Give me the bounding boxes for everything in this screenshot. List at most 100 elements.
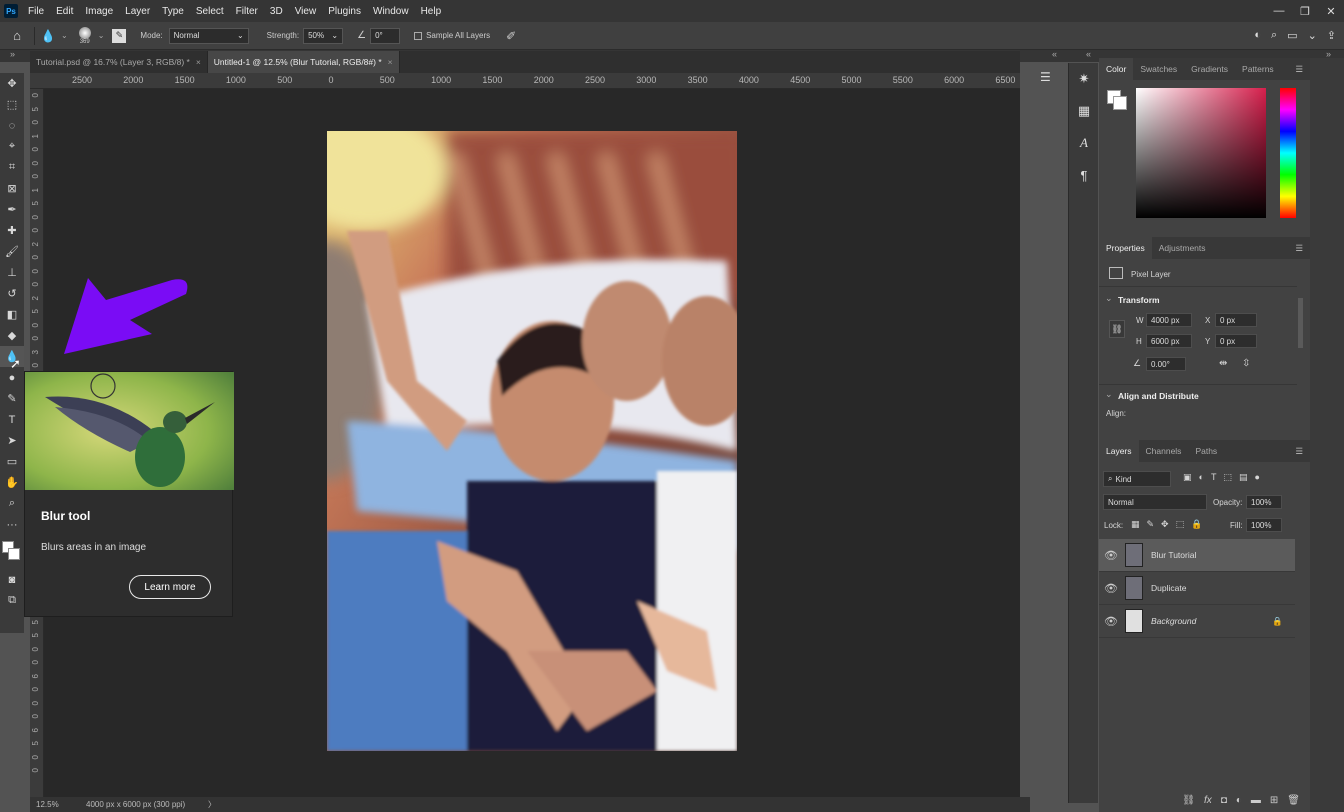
pressure-icon[interactable]: ✐ xyxy=(506,29,516,43)
collapse-left-icon[interactable]: » xyxy=(10,49,15,59)
chevron-down-icon[interactable]: ⌄ xyxy=(61,31,68,40)
navigator-icon[interactable]: ✷ xyxy=(1069,63,1099,95)
quick-mask-icon[interactable]: ◙ xyxy=(0,569,24,590)
link-layers-icon[interactable]: ⛓ xyxy=(1182,795,1195,806)
screen-mode-icon[interactable]: ⧉ xyxy=(0,590,24,611)
tab-untitled[interactable]: Untitled-1 @ 12.5% (Blur Tutorial, RGB/8… xyxy=(207,51,400,73)
collapse-right-icon[interactable]: « xyxy=(1086,49,1091,59)
eye-icon[interactable]: 👁 xyxy=(1099,615,1123,628)
new-group-icon[interactable]: ▬ xyxy=(1251,795,1261,806)
collapse-mid-icon[interactable]: « xyxy=(1052,49,1057,59)
paragraph-icon[interactable]: ¶ xyxy=(1069,159,1099,191)
hand-tool-icon[interactable]: ✋ xyxy=(0,472,24,493)
new-layer-icon[interactable]: ⊞ xyxy=(1270,795,1278,806)
type-tool-icon[interactable]: T xyxy=(0,409,24,430)
tab-properties[interactable]: Properties xyxy=(1099,237,1152,259)
tab-adjustments[interactable]: Adjustments xyxy=(1152,237,1213,259)
hue-slider[interactable] xyxy=(1280,88,1296,218)
chevron-down-icon[interactable]: ⌄ xyxy=(1105,389,1113,400)
width-input[interactable]: 4000 px xyxy=(1146,313,1192,327)
zoom-tool-icon[interactable]: ⌕ xyxy=(0,493,24,514)
blur-tool-icon[interactable]: 💧 xyxy=(35,29,61,43)
lock-icons[interactable]: ▦✎✥⬚🔒 xyxy=(1131,519,1209,530)
tab-patterns[interactable]: Patterns xyxy=(1235,58,1281,80)
pen-tool-icon[interactable]: ✎ xyxy=(0,388,24,409)
crop-tool-icon[interactable]: ⌗ xyxy=(0,157,24,178)
share-icon[interactable]: ⇪ xyxy=(1327,29,1336,42)
menu-plugins[interactable]: Plugins xyxy=(322,6,367,17)
adjustment-layer-icon[interactable]: ◐ xyxy=(1236,795,1242,806)
angle-input[interactable]: 0° xyxy=(370,27,401,44)
eraser-tool-icon[interactable]: ◧ xyxy=(0,304,24,325)
menu-window[interactable]: Window xyxy=(367,6,415,17)
workspace-icon[interactable]: ▭ xyxy=(1287,29,1297,42)
rectangle-tool-icon[interactable]: ▭ xyxy=(0,451,24,472)
histogram-icon[interactable]: ▦ xyxy=(1069,95,1099,127)
tab-layers[interactable]: Layers xyxy=(1099,440,1139,462)
healing-brush-tool-icon[interactable]: ✚ xyxy=(0,220,24,241)
marquee-tool-icon[interactable]: ⬚ xyxy=(0,94,24,115)
flip-vertical-icon[interactable]: ⇳ xyxy=(1242,358,1250,369)
chevron-down-icon[interactable]: ⌄ xyxy=(1105,293,1113,304)
history-brush-tool-icon[interactable]: ↺ xyxy=(0,283,24,304)
fill-input[interactable]: 100% xyxy=(1246,518,1282,532)
menu-view[interactable]: View xyxy=(289,6,323,17)
panel-menu-icon[interactable]: ☰ xyxy=(1288,58,1310,80)
learn-more-button[interactable]: Learn more xyxy=(129,575,211,599)
status-menu-arrow[interactable]: 〉 xyxy=(208,799,216,810)
menu-layer[interactable]: Layer xyxy=(119,6,156,17)
more-tools-icon[interactable]: ··· xyxy=(0,514,24,535)
menu-file[interactable]: File xyxy=(22,6,50,17)
minimize-button[interactable]: — xyxy=(1266,0,1292,22)
strength-input[interactable]: 50% ⌄ xyxy=(303,27,344,44)
chevron-down-icon[interactable]: ⌄ xyxy=(1308,29,1317,42)
brush-settings-icon[interactable]: ✎ xyxy=(112,28,127,43)
eyedropper-tool-icon[interactable]: ✒ xyxy=(0,199,24,220)
layer-row-blur-tutorial[interactable]: 👁 Blur Tutorial xyxy=(1099,539,1295,572)
tab-gradients[interactable]: Gradients xyxy=(1184,58,1235,80)
x-input[interactable]: 0 px xyxy=(1215,313,1257,327)
home-icon[interactable]: ⌂ xyxy=(0,28,34,43)
fg-bg-color-chip[interactable] xyxy=(1107,90,1127,110)
brush-tool-icon[interactable]: 🖌 xyxy=(0,241,24,262)
menu-help[interactable]: Help xyxy=(415,6,448,17)
tab-color[interactable]: Color xyxy=(1099,58,1134,80)
color-swatches[interactable] xyxy=(0,535,24,569)
height-input[interactable]: 6000 px xyxy=(1146,334,1192,348)
menu-type[interactable]: Type xyxy=(156,6,190,17)
sample-all-layers-checkbox[interactable] xyxy=(414,31,423,40)
opacity-input[interactable]: 100% xyxy=(1246,495,1282,509)
maximize-button[interactable]: ❐ xyxy=(1292,0,1318,22)
paint-bucket-tool-icon[interactable]: ◆ xyxy=(0,325,24,346)
tab-swatches[interactable]: Swatches xyxy=(1133,58,1184,80)
eye-icon[interactable]: 👁 xyxy=(1099,582,1123,595)
link-icon[interactable]: ⛓ xyxy=(1109,320,1125,338)
menu-image[interactable]: Image xyxy=(79,6,119,17)
color-field[interactable] xyxy=(1136,88,1266,218)
tab-channels[interactable]: Channels xyxy=(1139,440,1189,462)
menu-edit[interactable]: Edit xyxy=(50,6,79,17)
layer-filter-icons[interactable]: ▣◐T⬚▤● xyxy=(1183,472,1267,483)
character-icon[interactable]: A xyxy=(1069,127,1099,159)
search-icon[interactable]: ⌕ xyxy=(1271,29,1277,42)
blend-mode-select[interactable]: Normal xyxy=(1103,494,1207,510)
layer-kind-filter[interactable]: ⌕ Kind xyxy=(1103,471,1171,487)
cloud-status-icon[interactable]: ◐ xyxy=(1254,29,1261,42)
close-icon[interactable]: × xyxy=(388,57,393,67)
tab-tutorial[interactable]: Tutorial.psd @ 16.7% (Layer 3, RGB/8) * × xyxy=(30,51,208,73)
document-image[interactable] xyxy=(327,131,737,751)
brush-preset-picker[interactable]: 369 xyxy=(74,26,96,45)
quick-select-tool-icon[interactable]: ⌖ xyxy=(0,136,24,157)
layer-row-background[interactable]: 👁 Background 🔒 xyxy=(1099,605,1295,638)
background-color-swatch[interactable] xyxy=(8,548,20,560)
zoom-level[interactable]: 12.5% xyxy=(36,800,86,809)
layer-row-duplicate[interactable]: 👁 Duplicate xyxy=(1099,572,1295,605)
delete-layer-icon[interactable]: 🗑 xyxy=(1287,795,1300,806)
close-window-button[interactable]: ✕ xyxy=(1318,0,1344,22)
tab-paths[interactable]: Paths xyxy=(1188,440,1224,462)
path-selection-tool-icon[interactable]: ➤ xyxy=(0,430,24,451)
background-chip[interactable] xyxy=(1113,96,1127,110)
adjust-panels-icon[interactable]: ☰ xyxy=(1040,70,1051,84)
menu-select[interactable]: Select xyxy=(190,6,230,17)
y-input[interactable]: 0 px xyxy=(1215,334,1257,348)
